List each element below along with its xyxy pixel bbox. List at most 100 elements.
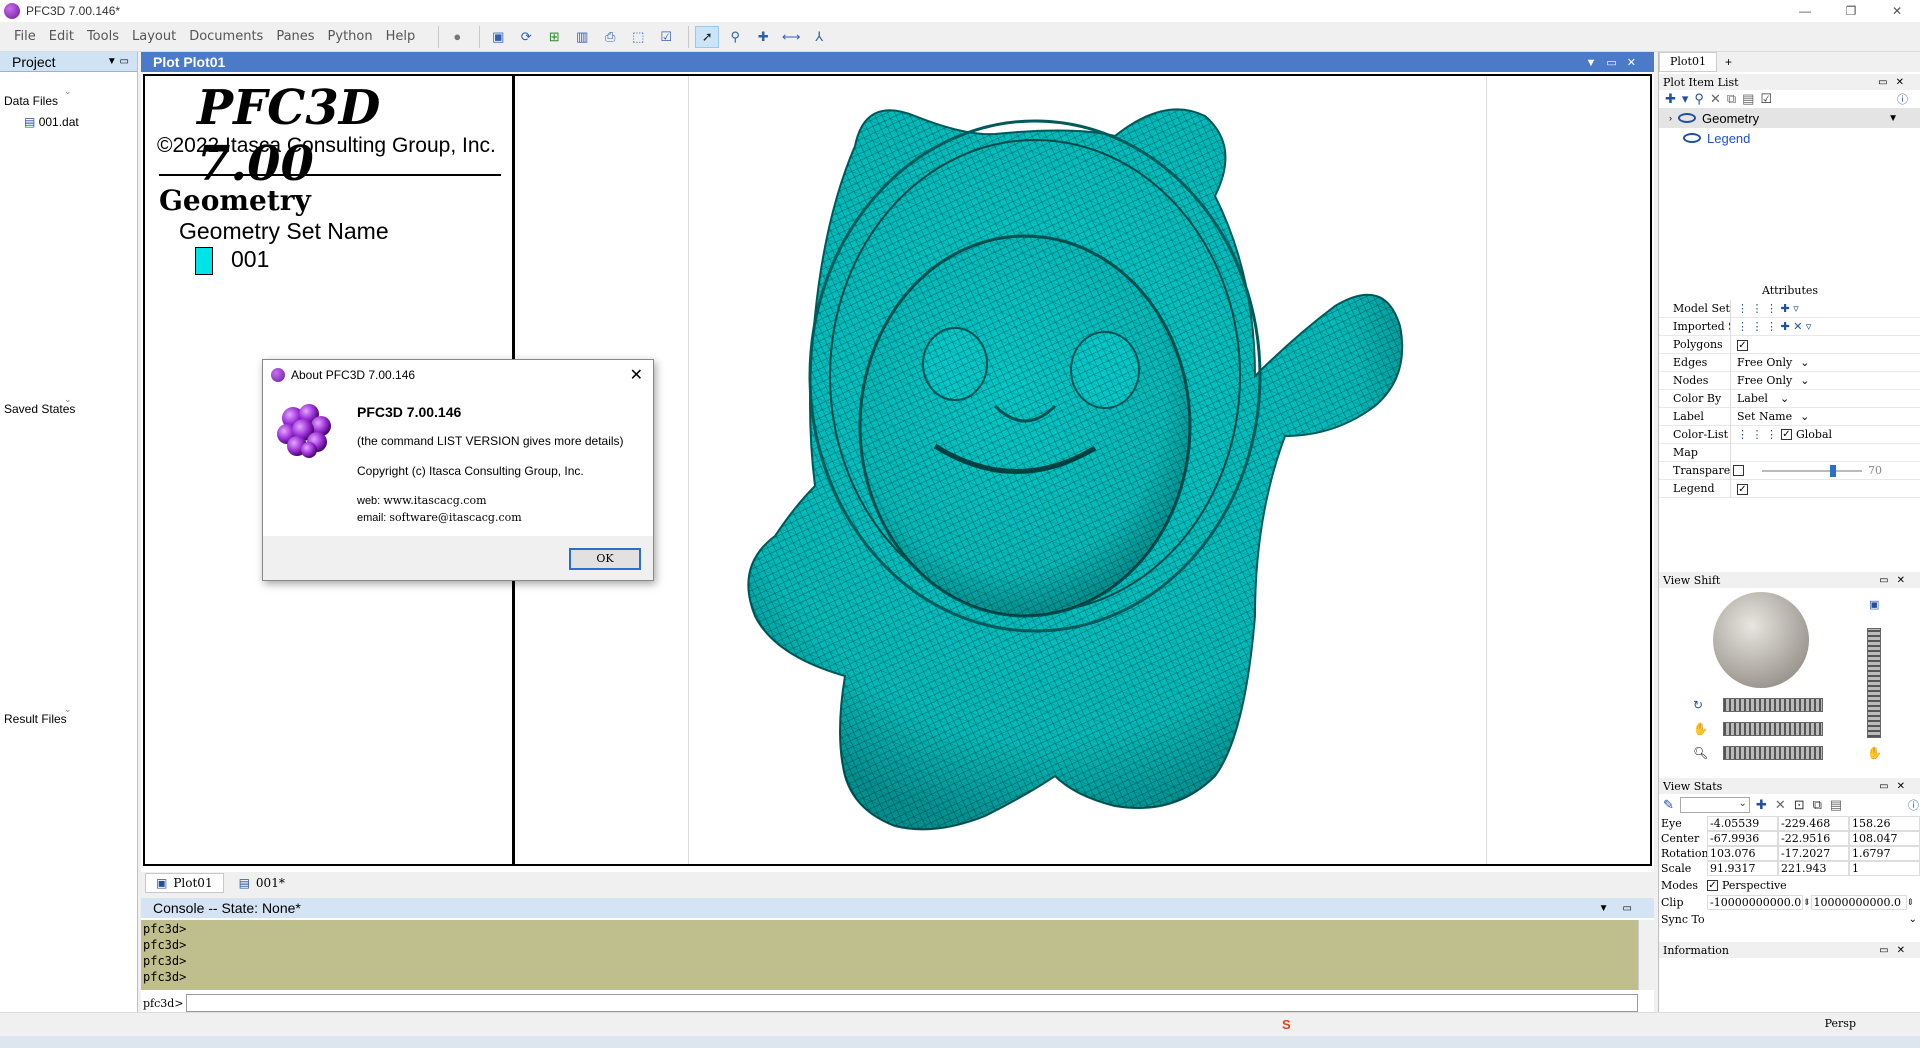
view-select[interactable]: ⌄ (1679, 797, 1750, 813)
nodes-select[interactable]: Free Only (1731, 374, 1792, 387)
attr-row[interactable]: Color-List ⋮ ⋮ ⋮ ✓ Global (1659, 425, 1920, 444)
stats-cell[interactable]: -22.9516 (1778, 831, 1849, 846)
close-icon[interactable]: ✕ (630, 365, 643, 385)
chevron-down-icon[interactable]: ⌄ (1800, 356, 1809, 369)
add-tab-button[interactable]: + (1725, 55, 1732, 69)
label-select[interactable]: Set Name (1731, 410, 1792, 423)
geometry-model[interactable] (695, 76, 1495, 866)
menu-help[interactable]: Help (386, 29, 416, 44)
global-checkbox[interactable]: ✓ (1781, 429, 1792, 440)
stats-cell[interactable]: 221.943 (1778, 861, 1849, 876)
add-item-icon[interactable]: ✚▾ (1665, 91, 1694, 107)
stats-cell[interactable]: -67.9936 (1707, 831, 1778, 846)
plot-item-legend[interactable]: Legend (1659, 128, 1920, 148)
tab-plot01[interactable]: ▣ Plot01 (145, 873, 224, 893)
transparency-slider[interactable] (1762, 464, 1862, 477)
rotate-icon[interactable]: ↻ (1693, 698, 1703, 712)
copy-icon[interactable]: ⧉ (1727, 91, 1742, 107)
menu-layout[interactable]: Layout (132, 29, 176, 44)
menu-tools[interactable]: Tools (87, 29, 119, 44)
attr-row[interactable]: Color By Label ⌄ (1659, 389, 1920, 408)
edges-select[interactable]: Free Only (1731, 356, 1792, 369)
chevron-down-icon[interactable]: ⌄ (1800, 374, 1809, 387)
panel-menu-icon[interactable]: ▼ ▭ (107, 56, 129, 67)
pan-slider[interactable] (1723, 722, 1823, 736)
tab-plot01-control[interactable]: Plot01 (1659, 52, 1717, 72)
chevron-down-icon[interactable]: ▼ (1888, 113, 1898, 124)
stats-cell[interactable]: -17.2027 (1778, 846, 1849, 861)
data-file-item[interactable]: ▤ 001.dat (24, 115, 79, 129)
spin-icon[interactable]: ⇕ (1907, 898, 1915, 908)
add-view-icon[interactable]: ✚ (1756, 797, 1767, 813)
ok-button[interactable]: OK (569, 548, 641, 570)
pane-controls[interactable]: ▭✕ (1879, 945, 1913, 956)
view-rotation-sphere[interactable] (1713, 592, 1809, 688)
color-by-select[interactable]: Label (1731, 392, 1768, 405)
console-output[interactable]: pfc3d> pfc3d> pfc3d> pfc3d> (141, 920, 1638, 990)
clip-near-input[interactable]: -10000000000.0 (1707, 895, 1803, 910)
pane-controls[interactable]: ▭✕ (1879, 575, 1913, 586)
polygons-checkbox[interactable]: ✓ (1737, 339, 1748, 351)
saved-states-section[interactable]: Saved States ⌄ (4, 394, 75, 416)
chevron-down-icon[interactable]: ⌄ (1800, 410, 1809, 423)
menu-edit[interactable]: Edit (49, 29, 74, 44)
input-method-icon[interactable]: S (1282, 1017, 1291, 1032)
reset-view-icon[interactable]: ▣ (1869, 598, 1879, 611)
menu-documents[interactable]: Documents (189, 29, 263, 44)
delete-view-icon[interactable]: ✕ (1775, 797, 1786, 813)
zoom-icon[interactable]: 🔍︎ (1693, 746, 1708, 760)
checkbox-icon[interactable]: ☑ (654, 26, 678, 48)
attr-row[interactable]: Label Set Name ⌄ (1659, 407, 1920, 426)
result-files-section[interactable]: Result Files ⌄ (4, 704, 72, 726)
delete-icon[interactable]: ✕ (1710, 91, 1727, 107)
layout-refresh-icon[interactable]: ⟳ (514, 26, 538, 48)
attr-row[interactable]: Edges Free Only ⌄ (1659, 353, 1920, 372)
check-icon[interactable]: ☑ (1760, 91, 1778, 107)
restore-icon[interactable]: ❐ (1828, 0, 1874, 22)
visibility-eye-icon[interactable] (1683, 133, 1701, 143)
rotate-slider[interactable] (1723, 698, 1823, 712)
clip-far-input[interactable]: 10000000000.0 (1810, 895, 1907, 910)
stats-cell[interactable]: 158.26 (1849, 816, 1920, 831)
stats-cell[interactable]: 1 (1849, 861, 1920, 876)
pane-controls[interactable]: ▼▭ (1599, 903, 1646, 914)
measure-icon[interactable]: ⟷ (779, 26, 803, 48)
layout-single-icon[interactable]: ▣ (486, 26, 510, 48)
stop-icon[interactable]: ● (445, 26, 469, 48)
console-scrollbar[interactable] (1638, 920, 1654, 990)
export-icon[interactable]: ⬚ (626, 26, 650, 48)
expand-icon[interactable]: › (1669, 113, 1672, 123)
data-files-section[interactable]: Data Files ⌄ (4, 86, 72, 108)
help-icon[interactable]: ⓘ (1908, 797, 1919, 813)
axes-icon[interactable]: ⅄ (807, 26, 831, 48)
stats-cell[interactable]: 108.047 (1849, 831, 1920, 846)
menu-python[interactable]: Python (328, 29, 373, 44)
visibility-eye-icon[interactable] (1678, 113, 1696, 123)
pan-icon[interactable]: ✋ (1693, 722, 1708, 736)
pane-controls[interactable]: ▭✕ (1879, 781, 1913, 792)
chevron-down-icon[interactable]: ⌄ (64, 704, 72, 715)
zoom-slider[interactable] (1723, 746, 1823, 760)
stats-cell[interactable]: -4.05539 (1707, 816, 1778, 831)
attr-value[interactable]: ⋮ ⋮ ⋮ ✚ ▿ (1731, 302, 1799, 315)
chevron-down-icon[interactable]: ⌄ (64, 86, 72, 97)
attr-row[interactable]: Polygons ✓ (1659, 335, 1920, 354)
hand-icon[interactable]: ✋ (1867, 746, 1882, 760)
tab-001[interactable]: ▤ 001* (227, 873, 296, 893)
pin-icon[interactable]: ✎ (1663, 797, 1674, 813)
transparency-checkbox[interactable] (1733, 465, 1744, 476)
attr-row[interactable]: Nodes Free Only ⌄ (1659, 371, 1920, 390)
legend-checkbox[interactable]: ✓ (1737, 483, 1748, 495)
move-icon[interactable]: ✚ (751, 26, 775, 48)
sync-select[interactable]: ⌄ (1909, 914, 1917, 925)
chevron-down-icon[interactable]: ⌄ (64, 394, 72, 405)
attr-row[interactable]: Transparency 70 (1659, 461, 1920, 480)
web-link[interactable]: www.itascacg.com (383, 494, 486, 507)
pick-icon[interactable]: ⚲ (723, 26, 747, 48)
spin-icon[interactable]: ⇕ (1803, 898, 1811, 908)
help-icon[interactable]: ⓘ (1897, 91, 1914, 107)
print-icon[interactable]: ⎙ (598, 26, 622, 48)
stats-cell[interactable]: -229.468 (1778, 816, 1849, 831)
layout-split-icon[interactable]: ▥ (570, 26, 594, 48)
select-pointer-icon[interactable]: ➚ (695, 25, 720, 48)
